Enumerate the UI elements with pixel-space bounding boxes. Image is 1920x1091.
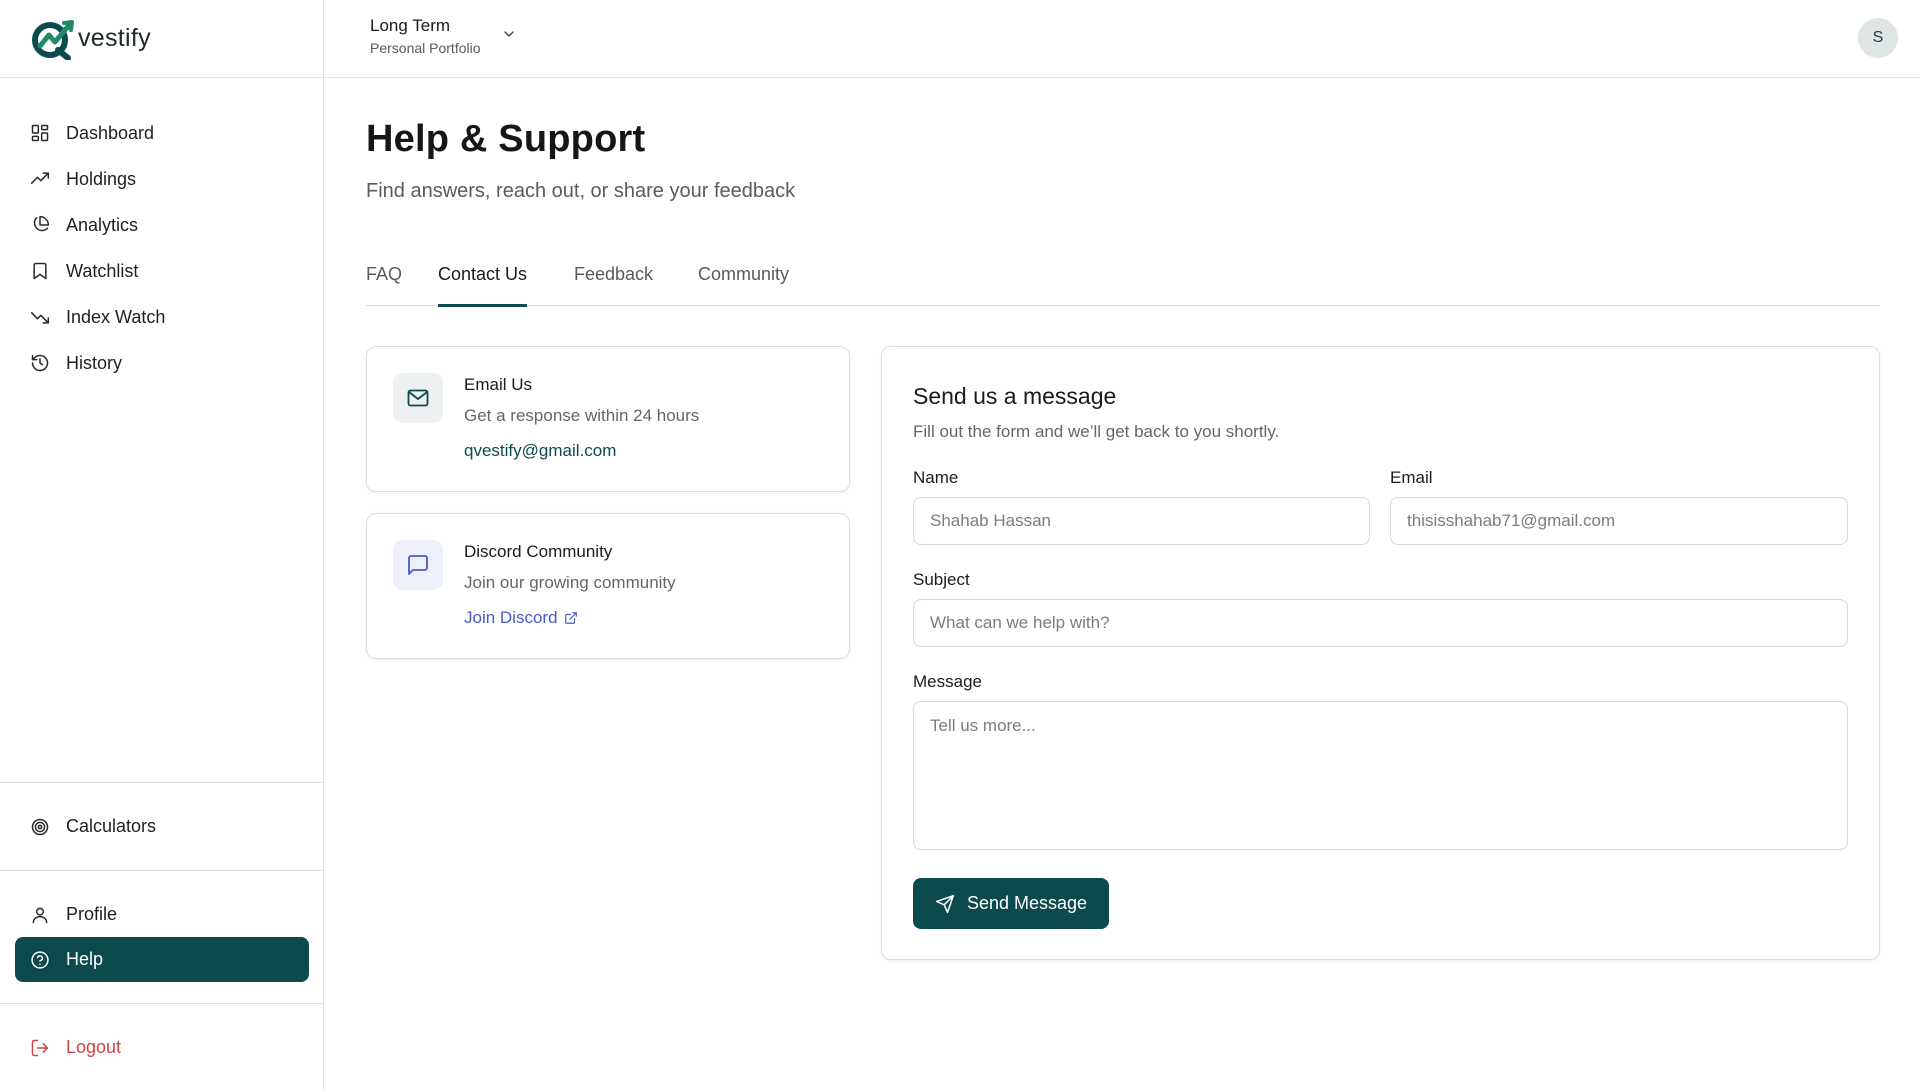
- sidebar-item-watchlist[interactable]: Watchlist: [0, 248, 323, 294]
- contact-description: Join our growing community: [464, 573, 676, 592]
- topbar: Long Term Personal Portfolio S: [324, 0, 1920, 78]
- trending-down-icon: [30, 312, 50, 324]
- grid-icon: [31, 124, 49, 142]
- send-message-label: Send Message: [966, 893, 1088, 913]
- join-discord-link[interactable]: Join Discord: [464, 608, 578, 628]
- sidebar-item-help[interactable]: Help: [15, 937, 309, 982]
- page-subtitle: Find answers, reach out, or share your f…: [366, 180, 796, 202]
- send-message-button[interactable]: Send Message: [913, 878, 1109, 929]
- message-textarea[interactable]: [913, 701, 1848, 850]
- portfolio-info: Long Term Personal Portfolio: [370, 16, 481, 56]
- mail-icon: [407, 389, 429, 407]
- sidebar-item-index-watch[interactable]: Index Watch: [0, 294, 323, 340]
- sidebar-item-label: Index Watch: [66, 306, 166, 327]
- sidebar-item-holdings[interactable]: Holdings: [0, 156, 323, 202]
- sidebar-divider: [0, 782, 323, 783]
- help-circle-icon: [31, 950, 49, 969]
- q-check-logo-icon: [32, 19, 74, 60]
- sidebar-item-label: Watchlist: [66, 260, 139, 281]
- portfolio-selector[interactable]: Long Term Personal Portfolio: [370, 16, 517, 56]
- send-icon: [935, 894, 955, 913]
- sidebar-item-label: Analytics: [66, 214, 139, 235]
- sidebar-item-label: Holdings: [66, 168, 137, 189]
- email-link[interactable]: qvestify@gmail.com: [464, 441, 616, 461]
- sidebar-nav: Dashboard Holdings Analytics Watchlist I…: [0, 110, 323, 386]
- sidebar-item-calculators[interactable]: Calculators: [15, 804, 309, 849]
- name-input[interactable]: [913, 497, 1370, 545]
- pie-chart-icon: [33, 215, 50, 232]
- email-input[interactable]: [1390, 497, 1848, 545]
- sidebar-item-label: Dashboard: [66, 122, 155, 143]
- logout-button[interactable]: Logout: [15, 1025, 309, 1070]
- subject-input[interactable]: [913, 599, 1848, 647]
- avatar[interactable]: S: [1858, 18, 1898, 58]
- logout-label: Logout: [66, 1037, 122, 1057]
- trending-up-icon: [30, 172, 50, 184]
- contact-icon-box: [393, 373, 443, 423]
- sidebar-item-history[interactable]: History: [0, 340, 323, 386]
- sidebar-item-analytics[interactable]: Analytics: [0, 202, 323, 248]
- sidebar-item-profile[interactable]: Profile: [15, 892, 309, 937]
- logo-text: vestify: [78, 24, 151, 52]
- message-square-icon: [408, 555, 428, 575]
- bookmark-icon: [33, 262, 47, 280]
- join-discord-text: Join Discord: [464, 608, 558, 627]
- logo[interactable]: vestify: [0, 0, 323, 78]
- tab-faq[interactable]: FAQ: [366, 264, 402, 306]
- form-subtitle: Fill out the form and we’ll get back to …: [913, 422, 1280, 441]
- user-icon: [32, 907, 48, 923]
- contact-description: Get a response within 24 hours: [464, 406, 700, 425]
- tab-feedback[interactable]: Feedback: [574, 264, 653, 306]
- contact-icon-box: [393, 540, 443, 590]
- sidebar-divider: [0, 1003, 323, 1004]
- sidebar-item-dashboard[interactable]: Dashboard: [0, 110, 323, 156]
- email-contact-card: Email Us Get a response within 24 hours …: [366, 346, 850, 492]
- tab-community[interactable]: Community: [698, 264, 789, 306]
- sidebar-item-label: Help: [66, 949, 104, 969]
- page-title: Help & Support: [366, 118, 646, 160]
- logout-icon: [31, 1039, 49, 1056]
- tab-contact-us[interactable]: Contact Us: [438, 264, 528, 307]
- email-label: Email: [1390, 468, 1433, 487]
- name-label: Name: [913, 468, 959, 487]
- portfolio-type: Personal Portfolio: [370, 40, 481, 56]
- contact-title: Email Us: [464, 375, 533, 394]
- portfolio-name: Long Term: [370, 16, 451, 35]
- sidebar: vestify Dashboard Holdings Analytics Wat…: [0, 0, 324, 1091]
- external-link-icon: [564, 612, 577, 624]
- tab-bar: FAQ Contact Us Feedback Community: [366, 264, 1880, 307]
- sidebar-item-label: History: [66, 352, 123, 373]
- contact-form-card: Send us a message Fill out the form and …: [881, 346, 1880, 960]
- message-label: Message: [913, 672, 982, 691]
- history-icon: [31, 354, 49, 372]
- form-title: Send us a message: [913, 383, 1117, 409]
- contact-title: Discord Community: [464, 542, 613, 561]
- email-link-text: qvestify@gmail.com: [464, 441, 617, 460]
- discord-contact-card: Discord Community Join our growing commu…: [366, 513, 850, 659]
- target-icon: [31, 818, 49, 835]
- sidebar-item-label: Profile: [66, 904, 118, 924]
- sidebar-item-label: Calculators: [66, 816, 157, 836]
- sidebar-divider: [0, 870, 323, 871]
- subject-label: Subject: [913, 570, 970, 589]
- chevron-down-icon[interactable]: [501, 26, 517, 47]
